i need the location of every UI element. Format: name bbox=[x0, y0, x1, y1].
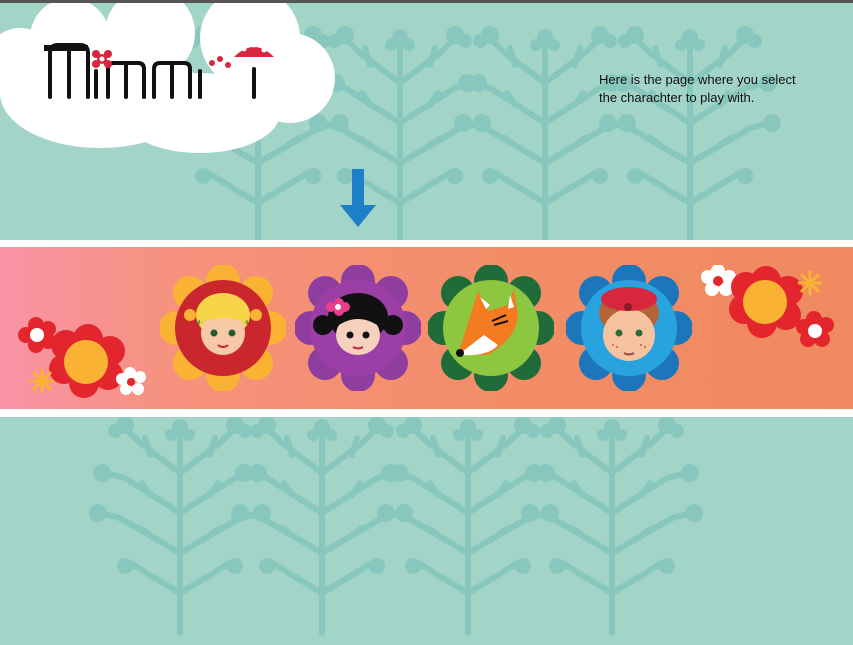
game-stage: Here is the page where you select the ch… bbox=[0, 0, 853, 645]
character-red-hat-boy[interactable] bbox=[566, 265, 692, 391]
character-fox[interactable] bbox=[428, 265, 554, 391]
character-blonde-girl[interactable] bbox=[160, 265, 286, 391]
band-border-bottom bbox=[0, 409, 853, 417]
flower-decoration-left bbox=[18, 317, 146, 398]
game-logo bbox=[44, 42, 274, 99]
band-border-top bbox=[0, 240, 853, 247]
hint-text: Here is the page where you select the ch… bbox=[599, 72, 796, 105]
flower-decoration-right bbox=[701, 265, 834, 347]
arrow-down-icon bbox=[340, 169, 376, 227]
character-dark-hair-girl[interactable] bbox=[295, 265, 421, 391]
